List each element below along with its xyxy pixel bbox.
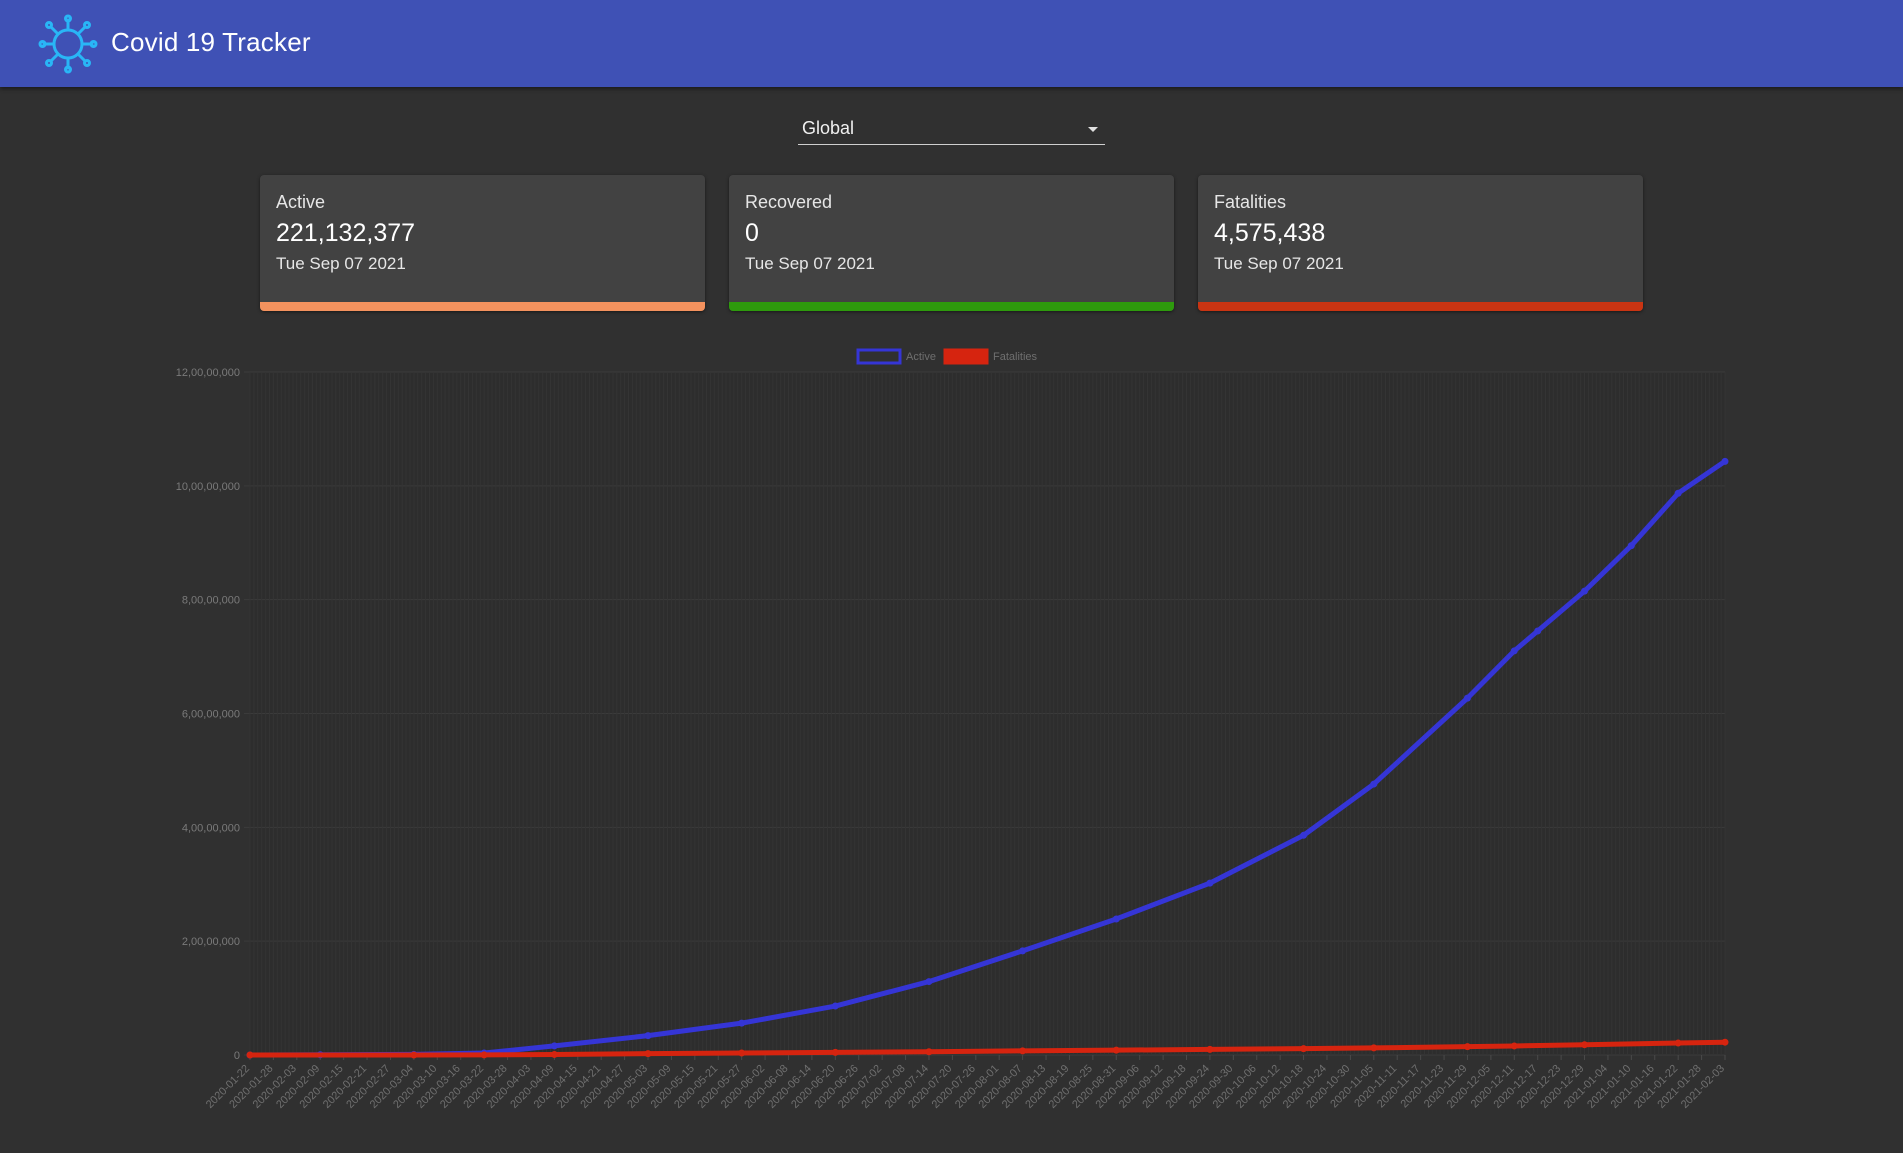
- y-tick-label: 6,00,00,000: [182, 709, 240, 721]
- card-accent-bar: [729, 302, 1174, 311]
- card-accent-bar: [260, 302, 705, 311]
- y-tick-label: 12,00,00,000: [176, 367, 240, 379]
- active-data-point: [1510, 647, 1518, 655]
- fatalities-data-point: [738, 1049, 746, 1057]
- fatalities-data-point: [1463, 1043, 1471, 1051]
- active-data-point: [550, 1042, 558, 1050]
- fatalities-data-point: [1019, 1047, 1027, 1055]
- active-data-point: [1627, 542, 1635, 550]
- fatalities-data-point: [925, 1048, 933, 1056]
- fatalities-data-point: [1112, 1046, 1120, 1054]
- card-value: 221,132,377: [276, 219, 416, 247]
- active-data-point: [1019, 947, 1027, 955]
- fatalities-data-point: [831, 1048, 839, 1056]
- active-data-point: [738, 1019, 746, 1027]
- card-date: Tue Sep 07 2021: [745, 254, 875, 273]
- active-legend-swatch: [856, 348, 902, 365]
- cases-line-chart: 0 2,00,00,000 4,00,00,000 6,00,00,000 8,00,0…: [176, 348, 1729, 1111]
- y-tick-label: 8,00,00,000: [182, 595, 240, 607]
- y-tick-label: 2,00,00,000: [182, 936, 240, 948]
- region-select[interactable]: Global: [798, 114, 1105, 145]
- y-tick-label: 4,00,00,000: [182, 822, 240, 834]
- fatalities-data-point: [1510, 1042, 1518, 1050]
- active-data-point: [1370, 780, 1378, 788]
- card-title: Recovered: [745, 192, 833, 212]
- active-data-point: [644, 1032, 652, 1040]
- region-select-value: Global: [802, 118, 855, 138]
- card-accent-bar: [1198, 302, 1643, 311]
- fatalities-data-point: [1581, 1041, 1589, 1049]
- fatalities-data-point: [1370, 1044, 1378, 1052]
- y-tick-label: 10,00,00,000: [176, 481, 240, 493]
- active-data-point: [831, 1002, 839, 1010]
- card-date: Tue Sep 07 2021: [276, 254, 406, 273]
- active-data-point: [1112, 915, 1120, 923]
- fatalities-data-point: [410, 1051, 418, 1059]
- active-data-point: [1463, 694, 1471, 702]
- fatalities-data-point: [246, 1051, 254, 1059]
- fatalities-legend-swatch: [943, 348, 989, 365]
- app-bar: Covid 19 Tracker: [0, 0, 1903, 87]
- active-data-point: [1206, 879, 1214, 887]
- fatalities-data-point: [550, 1050, 558, 1058]
- fatalities-data-point: [1674, 1039, 1682, 1047]
- card-value: 0: [745, 219, 759, 247]
- recovered-card: Recovered 0 Tue Sep 07 2021: [729, 175, 1174, 311]
- dropdown-arrow-icon: [1088, 127, 1098, 132]
- fatalities-data-point: [1721, 1038, 1729, 1046]
- fatalities-data-point: [480, 1051, 488, 1059]
- card-value: 4,575,438: [1214, 219, 1326, 247]
- active-data-point: [1674, 489, 1682, 497]
- fatalities-legend-label: Fatalities: [993, 351, 1038, 363]
- active-data-point: [1721, 457, 1729, 465]
- active-data-point: [1300, 831, 1308, 839]
- active-legend-label: Active: [906, 351, 936, 363]
- fatalities-card: Fatalities 4,575,438 Tue Sep 07 2021: [1198, 175, 1643, 311]
- fatalities-data-point: [1206, 1045, 1214, 1053]
- fatalities-data-point: [1300, 1045, 1308, 1053]
- app-title: Covid 19 Tracker: [111, 27, 311, 57]
- active-data-point: [1534, 627, 1542, 635]
- fatalities-data-point: [644, 1050, 652, 1058]
- card-title: Active: [276, 192, 326, 212]
- active-data-point: [1581, 587, 1589, 595]
- active-data-point: [925, 978, 933, 986]
- card-date: Tue Sep 07 2021: [1214, 254, 1344, 273]
- virus-icon: [38, 14, 98, 74]
- card-title: Fatalities: [1214, 192, 1287, 212]
- y-tick-label: 0: [234, 1050, 240, 1062]
- active-card: Active 221,132,377 Tue Sep 07 2021: [260, 175, 705, 311]
